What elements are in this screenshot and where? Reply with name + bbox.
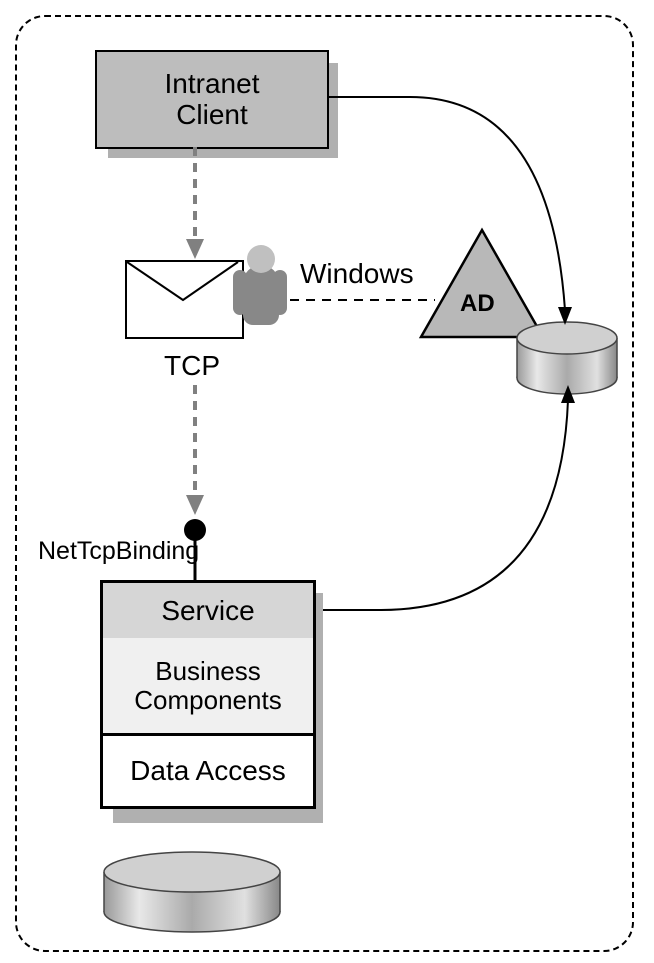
nettcpbinding-label: NetTcpBinding [38,537,199,566]
tcp-label: TCP [164,350,220,382]
arrow-service-to-cylinder [310,380,620,630]
diagram-root: IntranetClient Windows AD [0,0,654,963]
database-cylinder-icon [100,850,285,935]
data-access-node: Data Access [100,736,316,809]
arrow-client-to-cylinder [325,95,615,345]
business-components-node: BusinessComponents [100,638,316,736]
dataaccess-label: Data Access [130,755,286,787]
arrow-client-to-envelope [180,147,210,267]
envelope-flap [125,260,240,335]
service-label: Service [161,595,254,627]
intranet-client-node: IntranetClient [95,50,329,149]
business-label: BusinessComponents [134,657,281,714]
arrow-envelope-to-endpoint [180,385,210,530]
person-icon [235,245,285,345]
client-label: IntranetClient [165,69,260,131]
service-node: Service [100,580,316,641]
